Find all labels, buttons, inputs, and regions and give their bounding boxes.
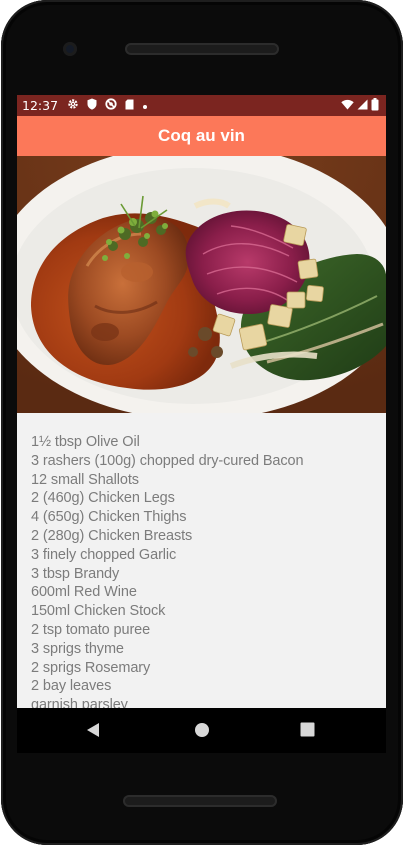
- home-icon[interactable]: [194, 722, 210, 742]
- list-item: 2 (280g) Chicken Breasts: [31, 527, 193, 544]
- wifi-icon: [341, 99, 354, 113]
- list-item: 3 sprigs thyme: [31, 640, 124, 657]
- recents-icon[interactable]: [300, 722, 315, 741]
- bottom-speaker: [123, 795, 277, 807]
- app-bar: Coq au vin: [17, 116, 386, 156]
- ingredients-list: 1½ tbsp Olive Oil 3 rashers (100g) chopp…: [17, 413, 386, 708]
- list-item: 2 tsp tomato puree: [31, 621, 151, 638]
- signal-icon: [357, 99, 368, 113]
- page-title: Coq au vin: [158, 126, 245, 145]
- status-bar: 12:37: [17, 95, 386, 116]
- phone-frame: 12:37 Coq au vin 1½ tbsp Olive Oil 3 ras…: [1, 0, 403, 845]
- ingredients-panel: 1½ tbsp Olive Oil 3 rashers (100g) chopp…: [17, 413, 386, 708]
- shield-icon: [87, 98, 97, 113]
- list-item: 2 (460g) Chicken Legs: [31, 490, 175, 507]
- list-item: 2 sprigs Rosemary: [31, 659, 151, 676]
- list-item: 4 (650g) Chicken Thighs: [31, 509, 187, 526]
- earpiece-speaker: [125, 43, 279, 55]
- hero-image: [17, 156, 386, 413]
- sd-card-icon: [125, 99, 134, 113]
- back-icon[interactable]: [86, 722, 100, 742]
- navigation-bar: [17, 708, 386, 753]
- list-item: 2 bay leaves: [31, 678, 112, 695]
- list-item: 3 finely chopped Garlic: [31, 546, 177, 563]
- list-item: 12 small Shallots: [31, 471, 139, 488]
- list-item: 600ml Red Wine: [31, 584, 137, 601]
- list-item: 150ml Chicken Stock: [31, 603, 166, 620]
- gear-icon: [67, 98, 79, 113]
- battery-icon: [371, 97, 379, 114]
- screen: 12:37 Coq au vin 1½ tbsp Olive Oil 3 ras…: [17, 95, 386, 753]
- list-item: 3 tbsp Brandy: [31, 565, 120, 582]
- list-item: 1½ tbsp Olive Oil: [31, 434, 140, 450]
- front-camera: [63, 42, 77, 56]
- list-item: 3 rashers (100g) chopped dry-cured Bacon: [31, 452, 304, 469]
- status-time: 12:37: [22, 98, 59, 113]
- list-item: garnish parsley: [31, 697, 128, 708]
- block-icon: [105, 98, 117, 113]
- dot-icon: [142, 99, 148, 113]
